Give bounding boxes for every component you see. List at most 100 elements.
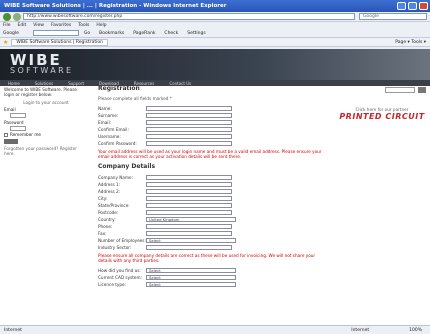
remember-me[interactable]: Remember me — [4, 132, 88, 137]
field-label: Name: — [98, 106, 112, 111]
form-row: Company Name: — [98, 174, 330, 181]
email-field[interactable] — [146, 120, 232, 125]
back-icon[interactable] — [3, 12, 11, 21]
nav-support[interactable]: Support — [68, 81, 84, 86]
field-label: Industry Sector: — [98, 245, 132, 250]
form-row: Username: — [98, 133, 330, 140]
address2-field[interactable] — [146, 189, 232, 194]
forward-icon[interactable] — [13, 12, 21, 21]
field-label: Address 1: — [98, 182, 121, 187]
site-logo-bottom: SOFTWARE — [10, 66, 74, 75]
field-label: How did you find us: — [98, 268, 141, 273]
status-text: Internet — [4, 327, 22, 333]
window-title: WIBE Software Solutions | ... | Registra… — [4, 3, 227, 9]
favorites-star-icon[interactable]: ★ — [3, 39, 8, 46]
field-label: Phone: — [98, 224, 113, 229]
google-toolbar: Google Go Bookmarks PageRank Check Setti… — [0, 29, 430, 38]
browser-tab[interactable]: WIBE Software Solutions | Registration — [11, 38, 108, 46]
city-field[interactable] — [146, 196, 232, 201]
search-input[interactable]: Google — [359, 13, 427, 20]
phone-field[interactable] — [146, 224, 232, 229]
field-label: State/Province: — [98, 203, 130, 208]
toolbar-go[interactable]: Go — [84, 31, 90, 36]
menu-view[interactable]: View — [33, 23, 44, 28]
company-warning: Please ensure all company details are co… — [98, 253, 316, 263]
site-search — [338, 87, 426, 93]
field-label: Postcode: — [98, 210, 119, 215]
close-button[interactable] — [419, 2, 428, 10]
login-sidebar: Welcome to WIBE Software. Please login o… — [4, 87, 88, 156]
page-title: Registration — [98, 85, 140, 92]
surname-field[interactable] — [146, 113, 232, 118]
fax-field[interactable] — [146, 231, 232, 236]
menu-tools[interactable]: Tools — [78, 23, 89, 28]
menu-file[interactable]: File — [3, 23, 11, 28]
postcode-field[interactable] — [146, 210, 232, 215]
field-label: City: — [98, 196, 108, 201]
licence-select[interactable]: Select — [146, 282, 236, 287]
site-search-input[interactable] — [385, 87, 415, 93]
form-row: Number of Employees: Select — [98, 237, 330, 244]
nav-solutions[interactable]: Solutions — [35, 81, 53, 86]
company-title: Company Details — [98, 163, 156, 170]
field-label: Number of Employees: — [98, 238, 146, 243]
field-label: Email: — [98, 120, 112, 125]
confirm-email-field[interactable] — [146, 127, 232, 132]
toolbar-bookmarks[interactable]: Bookmarks — [99, 31, 124, 36]
login-button[interactable] — [4, 139, 18, 144]
confirm-password-field[interactable] — [146, 141, 232, 146]
form-row: Phone: — [98, 223, 330, 230]
field-label: Address 2: — [98, 189, 121, 194]
company-name-field[interactable] — [146, 175, 232, 180]
right-sidebar: Click here for our partner PRINTED CIRCU… — [338, 87, 426, 121]
site-banner: WIBE SOFTWARE — [0, 49, 430, 80]
menu-edit[interactable]: Edit — [18, 23, 27, 28]
toolbar-google[interactable]: Google — [3, 31, 19, 36]
toolbar-check[interactable]: Check — [164, 31, 178, 36]
zoom-level[interactable]: 100% — [409, 328, 422, 333]
form-row: Confirm Email: — [98, 126, 330, 133]
form-row: Industry Sector: — [98, 244, 330, 251]
form-row: Name: — [98, 105, 330, 112]
find-us-select[interactable]: Select — [146, 268, 236, 273]
sidebar-intro: Welcome to WIBE Software. Please login o… — [4, 87, 77, 97]
toolbar-search-input[interactable] — [32, 30, 79, 36]
nav-home[interactable]: Home — [8, 81, 20, 86]
form-row: Address 1: — [98, 181, 330, 188]
form-row: Surname: — [98, 112, 330, 119]
form-row: Email: — [98, 119, 330, 126]
minimize-button[interactable] — [397, 2, 406, 10]
security-zone: Internet — [351, 327, 370, 333]
site-search-button[interactable] — [418, 87, 426, 93]
partner-logo[interactable]: PRINTED CIRCUIT — [338, 112, 426, 121]
state-field[interactable] — [146, 203, 232, 208]
field-label: Surname: — [98, 113, 119, 118]
title-bar: WIBE Software Solutions | ... | Registra… — [0, 0, 430, 12]
field-label: Confirm Email: — [98, 127, 129, 132]
checkbox-icon[interactable] — [4, 132, 8, 137]
country-select[interactable]: United Kingdom — [146, 217, 236, 222]
employees-select[interactable]: Select — [146, 238, 236, 243]
address-bar[interactable]: http://www.wibesoftware.com/register.php — [23, 13, 355, 20]
field-label: Country: — [98, 217, 116, 222]
email-label: Email — [4, 107, 16, 112]
form-row: City: — [98, 195, 330, 202]
page-tools-menu[interactable]: Page ▾ Tools ▾ — [395, 40, 430, 45]
name-field[interactable] — [146, 106, 232, 111]
industry-field[interactable] — [146, 245, 232, 250]
toolbar-settings[interactable]: Settings — [187, 31, 205, 36]
address1-field[interactable] — [146, 182, 232, 187]
login-password-field[interactable] — [10, 126, 26, 131]
username-field[interactable] — [146, 134, 232, 139]
login-email-field[interactable] — [10, 113, 26, 118]
field-label: Company Name: — [98, 175, 134, 180]
cad-system-select[interactable]: Select — [146, 275, 236, 280]
menu-help[interactable]: Help — [96, 23, 106, 28]
registration-form: Registration Please complete all fields … — [98, 85, 330, 288]
toolbar-pagerank[interactable]: PageRank — [133, 31, 155, 36]
menu-favorites[interactable]: Favorites — [51, 23, 71, 28]
browser-window: WIBE Software Solutions | ... | Registra… — [0, 0, 430, 334]
forgot-password-link[interactable]: Forgotten your password? Register here. — [4, 146, 88, 156]
maximize-button[interactable] — [408, 2, 417, 10]
password-label: Password — [4, 120, 24, 125]
